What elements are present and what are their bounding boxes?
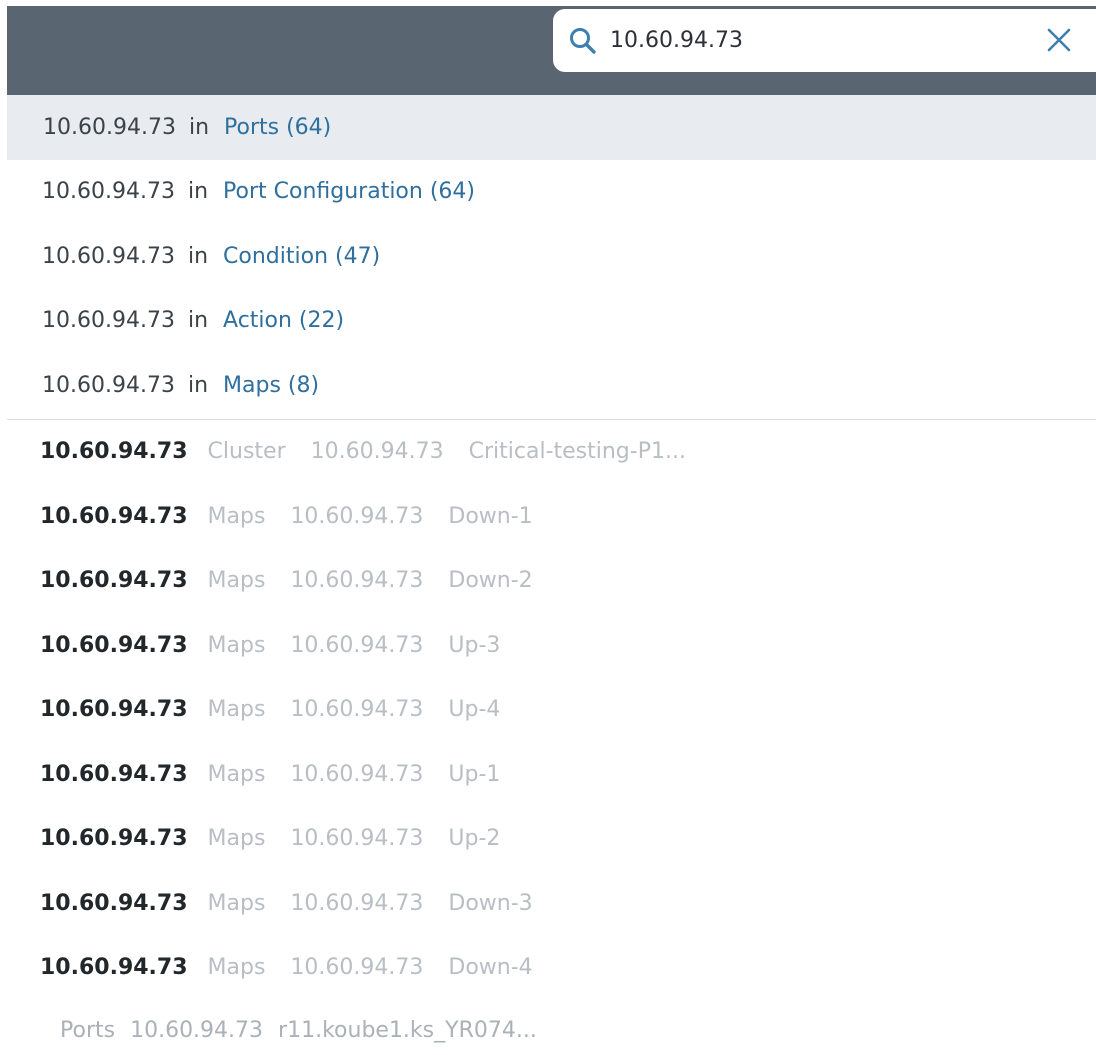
result-category: Ports <box>60 1017 116 1043</box>
result-meta: Maps 10.60.94.73 Down-3 <box>208 891 533 916</box>
scope-suggestion-ports[interactable]: 10.60.94.73 in Ports (64) <box>7 95 1096 160</box>
result-parent: 10.60.94.73 <box>290 697 424 723</box>
search-icon <box>567 25 599 57</box>
scope-suggestion-condition[interactable]: 10.60.94.73 in Condition (47) <box>7 224 1096 289</box>
search-page: r 10.60.94.73 in Ports (64) 10.60.94.73 … <box>0 0 1096 1055</box>
result-category: Maps <box>207 761 266 787</box>
result-parent: 10.60.94.73 <box>290 955 424 981</box>
result-meta: Maps 10.60.94.73 Up-1 <box>208 762 501 787</box>
scope-suggestion-maps[interactable]: 10.60.94.73 in Maps (8) <box>7 353 1096 418</box>
result-detail: Down-2 <box>448 568 533 594</box>
result-detail: Down-3 <box>448 890 533 916</box>
search-result-item[interactable]: 10.60.94.73 Maps 10.60.94.73 Down-2 <box>7 549 1096 614</box>
result-category: Maps <box>207 955 266 981</box>
result-meta: Maps 10.60.94.73 Down-4 <box>208 955 533 980</box>
result-category: Maps <box>207 697 266 723</box>
scope-connector-text: in <box>187 308 209 334</box>
result-category: Maps <box>207 503 266 529</box>
result-meta: Maps 10.60.94.73 Down-1 <box>208 504 533 529</box>
result-name: 10.60.94.73 <box>40 761 188 787</box>
scope-target-link[interactable]: Ports (64) <box>224 115 331 140</box>
result-category: Cluster <box>207 439 286 465</box>
scope-query-text: 10.60.94.73 <box>42 372 175 398</box>
result-detail: Critical-testing-P1... <box>468 439 686 465</box>
result-detail: Up-4 <box>448 697 501 723</box>
search-result-item[interactable]: 10.60.94.73 Maps 10.60.94.73 Down-3 <box>7 871 1096 936</box>
scope-query-text: 10.60.94.73 <box>42 179 175 205</box>
search-result-item[interactable]: 10.60.94.73 Maps 10.60.94.73 Up-2 <box>7 807 1096 872</box>
result-parent: 10.60.94.73 <box>290 568 424 594</box>
result-parent: 10.60.94.73 <box>290 890 424 916</box>
scope-connector-text: in <box>188 114 210 140</box>
search-result-item[interactable]: 10.60.94.73 Maps 10.60.94.73 Up-1 <box>7 742 1096 807</box>
scope-target-link[interactable]: Maps (8) <box>223 373 319 398</box>
scope-suggestion-port-configuration[interactable]: 10.60.94.73 in Port Configuration (64) <box>7 160 1096 225</box>
scope-target-link[interactable]: Action (22) <box>223 308 344 333</box>
result-name: 10.60.94.73 <box>40 955 188 981</box>
search-result-item[interactable]: 10.60.94.73 Cluster 10.60.94.73 Critical… <box>7 420 1096 485</box>
result-name: 10.60.94.73 <box>40 632 188 658</box>
result-meta: Maps 10.60.94.73 Up-4 <box>208 697 501 722</box>
result-name: 10.60.94.73 <box>40 890 188 916</box>
scope-target-link[interactable]: Condition (47) <box>223 244 380 269</box>
result-name: 10.60.94.73 <box>40 826 188 852</box>
result-detail: Down-1 <box>448 503 533 529</box>
result-name: 10.60.94.73 <box>40 568 188 594</box>
result-category: Maps <box>207 568 266 594</box>
result-name: 10.60.94.73 <box>40 439 188 465</box>
scope-query-text: 10.60.94.73 <box>42 243 175 269</box>
search-result-item-partial[interactable]: Ports 10.60.94.73 r11.koube1.ks_YR074... <box>7 1000 1096 1055</box>
result-detail: Up-1 <box>448 761 501 787</box>
result-category: Maps <box>207 826 266 852</box>
result-parent: 10.60.94.73 <box>290 503 424 529</box>
result-category: Maps <box>207 890 266 916</box>
result-parent: 10.60.94.73 <box>290 632 424 658</box>
search-result-item[interactable]: 10.60.94.73 Maps 10.60.94.73 Up-4 <box>7 678 1096 743</box>
result-meta: Maps 10.60.94.73 Up-3 <box>208 633 501 658</box>
scope-connector-text: in <box>187 243 209 269</box>
search-result-item[interactable]: 10.60.94.73 Maps 10.60.94.73 Down-1 <box>7 484 1096 549</box>
scope-target-link[interactable]: Port Configuration (64) <box>223 179 475 204</box>
result-name: 10.60.94.73 <box>40 697 188 723</box>
search-result-item[interactable]: 10.60.94.73 Maps 10.60.94.73 Up-3 <box>7 613 1096 678</box>
close-icon[interactable] <box>1045 26 1073 54</box>
result-detail: Down-4 <box>448 955 533 981</box>
result-parent: 10.60.94.73 <box>290 761 424 787</box>
result-name: 10.60.94.73 <box>40 503 188 529</box>
result-detail: Up-3 <box>448 632 501 658</box>
search-input[interactable] <box>610 21 1030 59</box>
result-detail: r11.koube1.ks_YR074... <box>278 1017 537 1043</box>
search-suggestions-dropdown: 10.60.94.73 in Ports (64) 10.60.94.73 in… <box>7 95 1096 1055</box>
search-result-item[interactable]: 10.60.94.73 Maps 10.60.94.73 Down-4 <box>7 936 1096 1001</box>
scope-suggestion-action[interactable]: 10.60.94.73 in Action (22) <box>7 289 1096 354</box>
result-meta: Maps 10.60.94.73 Down-2 <box>208 568 533 593</box>
result-detail: Up-2 <box>448 826 501 852</box>
result-meta: Cluster 10.60.94.73 Critical-testing-P1.… <box>208 439 686 464</box>
result-parent: 10.60.94.73 <box>310 439 444 465</box>
scope-query-text: 10.60.94.73 <box>43 114 176 140</box>
result-parent: 10.60.94.73 <box>130 1017 264 1043</box>
global-search-box[interactable] <box>553 9 1096 72</box>
result-parent: 10.60.94.73 <box>290 826 424 852</box>
scope-connector-text: in <box>187 372 209 398</box>
scope-connector-text: in <box>187 179 209 205</box>
result-meta: Maps 10.60.94.73 Up-2 <box>208 826 501 851</box>
result-category: Maps <box>207 632 266 658</box>
scope-query-text: 10.60.94.73 <box>42 308 175 334</box>
